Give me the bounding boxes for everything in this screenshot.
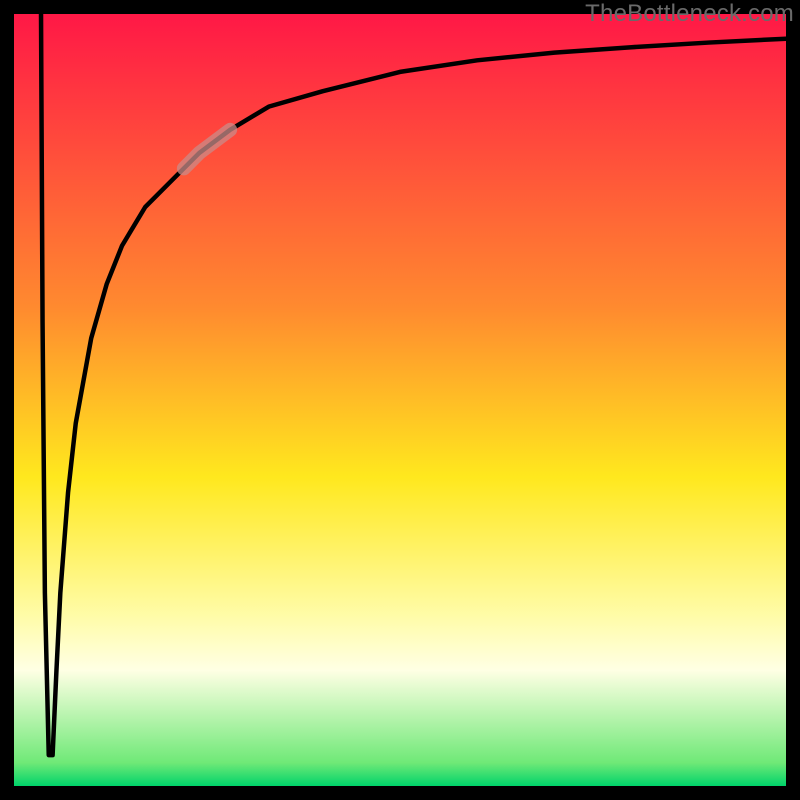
watermark-label: TheBottleneck.com [585,0,794,28]
plot-background [14,14,786,786]
bottleneck-chart: TheBottleneck.com [0,0,800,800]
chart-canvas [0,0,800,800]
